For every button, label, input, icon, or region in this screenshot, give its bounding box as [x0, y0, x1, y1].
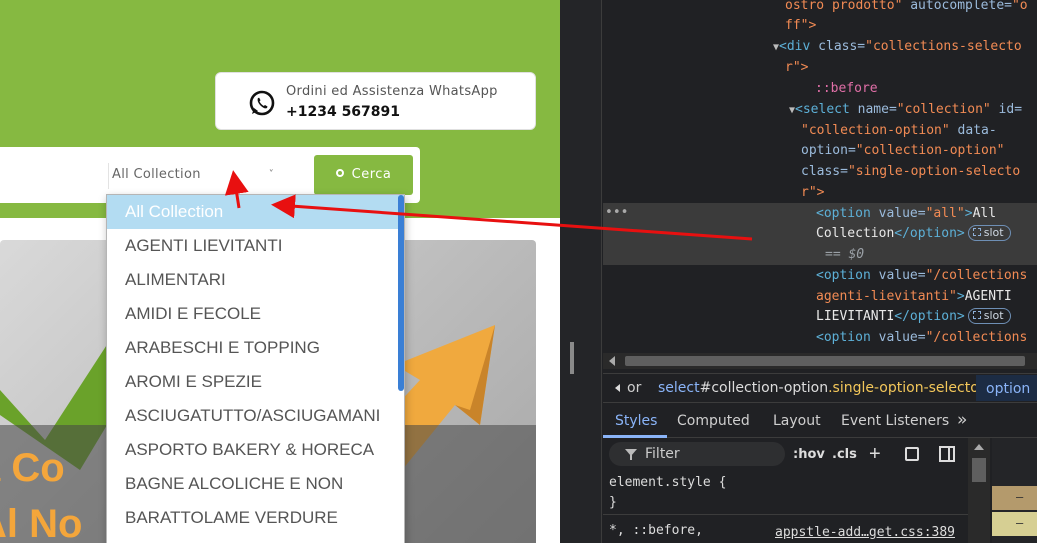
resize-handle-icon[interactable] [570, 342, 574, 374]
selected-node-marker: == $0 [825, 247, 865, 262]
slot-badge[interactable]: slot [967, 308, 1011, 324]
scroll-left-icon[interactable] [609, 356, 615, 366]
elements-line-div[interactable]: ▼<div class="collections-selecto [773, 37, 1022, 59]
whatsapp-contact-card[interactable]: Ordini ed Assistenza WhatsApp +1234 5678… [215, 72, 536, 130]
dropdown-option[interactable]: ASPORTO BAKERY & HORECA [107, 433, 404, 467]
style-separator [603, 514, 968, 515]
breadcrumb-back-icon[interactable] [615, 384, 620, 392]
filter-icon-stem [630, 455, 632, 460]
style-source-link[interactable]: appstle-add…get.css:389 [775, 525, 955, 540]
styles-pane: element.style { } *, ::before, appstle-a… [603, 470, 968, 543]
elements-line-option[interactable]: agenti-lievitanti">AGENTI [816, 287, 1012, 308]
search-icon [335, 169, 344, 177]
search-divider [108, 163, 109, 189]
whatsapp-phone: +1234 567891 [286, 104, 401, 120]
elements-line[interactable]: ff"> [785, 16, 816, 37]
elements-line[interactable]: "collection-option" data- [801, 121, 997, 142]
dropdown-option[interactable]: AMIDI E FECOLE [107, 297, 404, 331]
more-options-icon[interactable]: ••• [605, 203, 628, 224]
toggle-sidebar-icon[interactable] [939, 446, 955, 462]
style-rule-element[interactable]: element.style { [609, 475, 726, 490]
dropdown-option[interactable]: AROMI E SPEZIE [107, 365, 404, 399]
collection-select-value: All Collection [112, 167, 201, 182]
styles-vertical-scrollbar[interactable] [968, 438, 990, 543]
scrollbar-thumb[interactable] [625, 356, 1025, 366]
elements-line[interactable]: option="collection-option" [801, 141, 1005, 162]
banner-headline-2: Al No [0, 502, 83, 543]
box-model-preview: – – [992, 438, 1037, 543]
dropdown-scrollbar[interactable] [398, 195, 404, 391]
elements-line[interactable]: r"> [785, 58, 808, 79]
breadcrumb-prefix[interactable]: or [627, 374, 641, 402]
whatsapp-icon [249, 90, 275, 116]
dropdown-option[interactable]: BARATTOLAME VERDURE [107, 501, 404, 535]
more-tabs-icon[interactable]: » [957, 410, 967, 430]
dropdown-option[interactable]: AGENTI LIEVITANTI [107, 229, 404, 263]
collection-select[interactable]: All Collection ˅ [112, 161, 282, 189]
tab-computed[interactable]: Computed [677, 413, 750, 429]
styles-filter-input[interactable]: Filter [609, 442, 785, 466]
style-rule-selector[interactable]: *, ::before, [609, 523, 703, 538]
search-button-label: Cerca [351, 167, 392, 182]
website-viewport: Ordini ed Assistenza WhatsApp +1234 5678… [0, 0, 560, 543]
element-breadcrumb: or select#collection-option.single-optio… [603, 373, 1037, 403]
elements-line-option[interactable]: LIEVITANTI</option> slot [816, 307, 1011, 328]
chevron-down-icon: ˅ [268, 169, 274, 180]
slot-icon [972, 311, 981, 319]
dropdown-option[interactable]: ARABESCHI E TOPPING [107, 331, 404, 365]
devtools-gutter [560, 0, 602, 543]
whatsapp-label: Ordini ed Assistenza WhatsApp [286, 84, 498, 99]
sidebar-tabs: Styles Computed Layout Event Listeners » [603, 404, 1037, 438]
box-model-margin: – [992, 486, 1037, 510]
elements-horizontal-scrollbar[interactable] [603, 353, 1037, 369]
new-style-rule-icon[interactable]: + [869, 443, 881, 466]
box-model-border: – [992, 512, 1037, 536]
elements-line-option-selected[interactable]: Collection</option> slot [816, 224, 1011, 245]
breadcrumb-select[interactable]: select#collection-option.single-option-s… [658, 374, 985, 402]
hov-toggle[interactable]: :hov [793, 447, 825, 462]
elements-line-option[interactable]: <option value="/collections [816, 328, 1027, 349]
elements-tree: ••• ostro prodotto" autocomplete="o ff">… [603, 0, 1037, 352]
elements-line[interactable]: class="single-option-selecto [801, 162, 1020, 183]
cls-toggle[interactable]: .cls [832, 447, 857, 462]
slot-badge[interactable]: slot [967, 225, 1011, 241]
tab-layout[interactable]: Layout [773, 413, 821, 429]
dropdown-option[interactable]: ASCIUGATUTTO/ASCIUGAMANI [107, 399, 404, 433]
style-rule-close: } [609, 495, 617, 510]
elements-line-before[interactable]: ::before [815, 79, 878, 100]
scrollbar-thumb[interactable] [972, 458, 986, 482]
tab-styles[interactable]: Styles [615, 413, 657, 429]
elements-line[interactable]: r"> [801, 183, 824, 204]
elements-line-select[interactable]: ▼<select name="collection" id= [789, 100, 1022, 122]
tab-event-listeners[interactable]: Event Listeners [841, 413, 949, 429]
dropdown-option[interactable]: BAGNE ALCOLICHE E NON [107, 467, 404, 501]
search-button[interactable]: Cerca [314, 155, 413, 195]
filter-placeholder: Filter [645, 446, 680, 462]
breadcrumb-option[interactable]: option [976, 375, 1037, 401]
dropdown-option-all-collection[interactable]: All Collection [107, 195, 404, 229]
styles-toolbar: Filter :hov .cls + [603, 439, 973, 469]
scroll-up-icon[interactable] [974, 444, 984, 450]
elements-line-option[interactable]: <option value="/collections [816, 266, 1027, 287]
elements-line[interactable]: ostro prodotto" autocomplete="o [785, 0, 1028, 17]
collection-dropdown-list[interactable]: All Collection AGENTI LIEVITANTI ALIMENT… [106, 194, 405, 543]
paint-brush-icon[interactable] [905, 447, 919, 461]
elements-line-option-selected[interactable]: <option value="all">All [816, 204, 996, 225]
slot-icon [972, 228, 981, 236]
dropdown-option[interactable]: ALIMENTARI [107, 263, 404, 297]
active-tab-indicator [603, 435, 667, 438]
banner-headline-1: a Co [0, 446, 65, 490]
